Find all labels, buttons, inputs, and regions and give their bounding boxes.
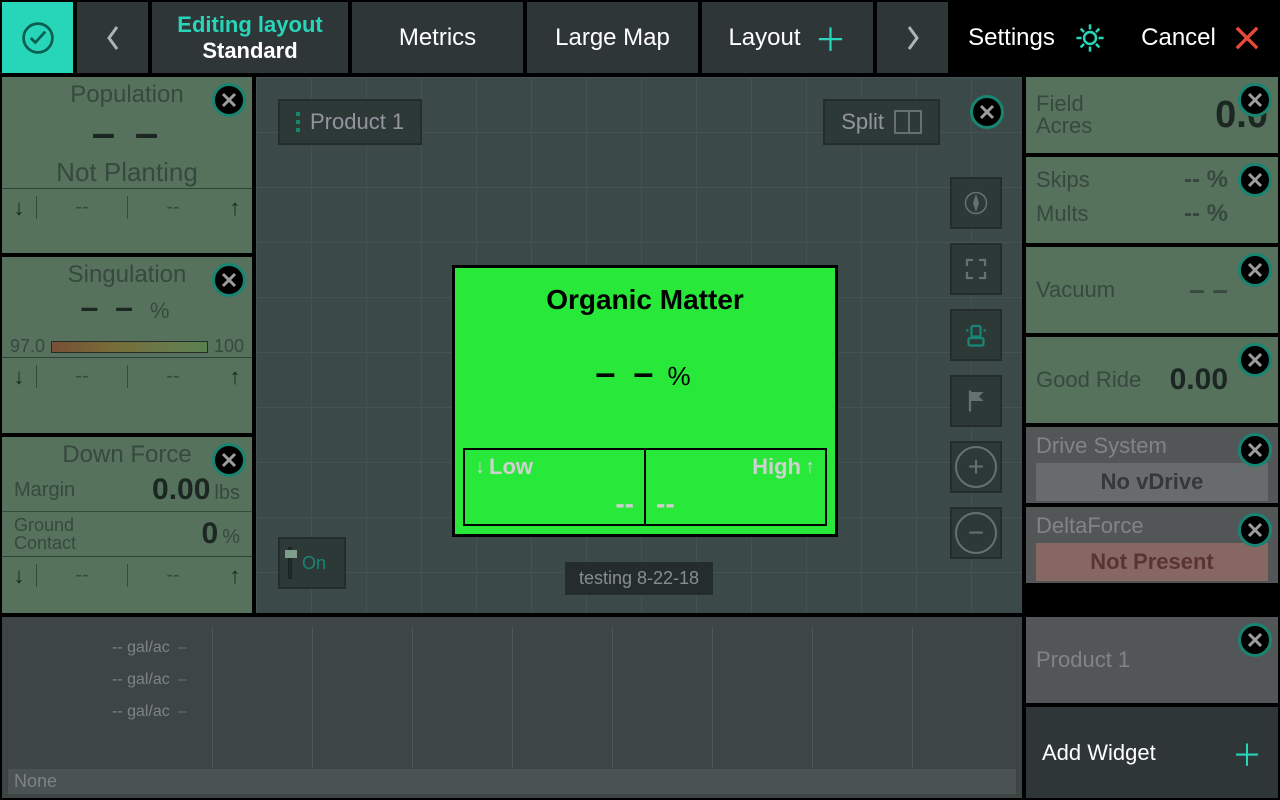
population-status: Not Planting xyxy=(2,157,252,188)
remove-drive-system-button[interactable] xyxy=(1238,433,1272,467)
population-high: -- xyxy=(127,196,218,219)
map-fullscreen-button[interactable] xyxy=(950,243,1002,295)
gear-icon xyxy=(1073,21,1107,55)
layout-name-label: Standard xyxy=(202,38,297,64)
widget-singulation[interactable]: Singulation – – % 97.0 100 ↓ -- -- ↑ xyxy=(0,255,254,435)
map-caption: testing 8-22-18 xyxy=(565,562,713,595)
map-flag-button[interactable] xyxy=(950,375,1002,427)
margin-value: 0.00 xyxy=(152,473,210,506)
widget-good-ride[interactable]: Good Ride 0.00 xyxy=(1024,335,1280,425)
add-layout-icon: ＋ xyxy=(815,15,847,61)
up-arrow-icon: ↑ xyxy=(218,563,252,589)
ground-value: 0 xyxy=(202,517,219,550)
list-icon xyxy=(296,112,300,132)
organic-matter-title: Organic Matter xyxy=(455,284,835,316)
remove-skips-mults-button[interactable] xyxy=(1238,163,1272,197)
high-value: -- xyxy=(656,488,815,520)
editing-layout-label: Editing layout xyxy=(177,12,322,38)
drive-system-status: No vDrive xyxy=(1036,463,1268,501)
organic-matter-unit: % xyxy=(667,361,694,391)
up-arrow-icon: ↑ xyxy=(218,364,252,390)
widget-downforce[interactable]: Down Force Margin 0.00lbs GroundContact … xyxy=(0,435,254,615)
map-toggle-on-button[interactable]: On xyxy=(278,537,346,589)
down-arrow-icon: ↓ xyxy=(2,195,36,221)
widget-drive-system[interactable]: Drive System No vDrive xyxy=(1024,425,1280,505)
remove-downforce-button[interactable] xyxy=(212,443,246,477)
singulation-value: – – xyxy=(81,289,137,325)
remove-field-acres-button[interactable] xyxy=(1238,83,1272,117)
map-implement-button[interactable] xyxy=(950,309,1002,361)
ground-unit: % xyxy=(222,526,240,548)
good-ride-value: 0.00 xyxy=(1170,363,1228,397)
add-widget-button[interactable]: Add Widget ＋ xyxy=(1024,705,1280,800)
singulation-gauge xyxy=(51,341,208,353)
tab-large-map[interactable]: Large Map xyxy=(525,0,700,75)
remove-good-ride-button[interactable] xyxy=(1238,343,1272,377)
remove-delta-force-button[interactable] xyxy=(1238,513,1272,547)
cancel-x-icon xyxy=(1230,21,1264,55)
margin-label: Margin xyxy=(14,479,75,502)
organic-matter-value: – – xyxy=(595,352,657,393)
singulation-low: -- xyxy=(36,365,127,388)
confirm-button[interactable] xyxy=(0,0,75,75)
margin-unit: lbs xyxy=(214,482,240,504)
down-arrow-icon: ↓ xyxy=(2,364,36,390)
current-layout-tab[interactable]: Editing layout Standard xyxy=(150,0,350,75)
map-zoom-out-button[interactable]: − xyxy=(950,507,1002,559)
chart-none-label: None xyxy=(8,769,1016,794)
delta-force-status: Not Present xyxy=(1036,543,1268,581)
widget-rate-chart[interactable]: -- gal/ac– -- gal/ac– -- gal/ac– None xyxy=(0,615,1024,800)
singulation-min: 97.0 xyxy=(10,336,45,357)
low-label: ↓Low xyxy=(475,454,634,480)
cancel-button[interactable]: Cancel xyxy=(1125,0,1280,75)
nav-next-button[interactable] xyxy=(875,0,950,75)
organic-matter-widget[interactable]: Organic Matter – –% ↓Low -- High↑ -- xyxy=(452,265,838,537)
up-arrow-icon: ↑ xyxy=(218,195,252,221)
tab-metrics[interactable]: Metrics xyxy=(350,0,525,75)
chart-y-labels: -- gal/ac– -- gal/ac– -- gal/ac– xyxy=(112,639,187,721)
remove-product1-button[interactable] xyxy=(1238,623,1272,657)
remove-population-button[interactable] xyxy=(212,83,246,117)
nav-prev-button[interactable] xyxy=(75,0,150,75)
split-view-button[interactable]: Split xyxy=(823,99,940,145)
plus-icon: ＋ xyxy=(1232,731,1262,775)
map-zoom-in-button[interactable]: + xyxy=(950,441,1002,493)
skips-value: -- % xyxy=(1184,166,1228,194)
low-value: -- xyxy=(475,488,634,520)
widget-vacuum[interactable]: Vacuum – – xyxy=(1024,245,1280,335)
remove-map-button[interactable] xyxy=(970,95,1004,129)
singulation-high: -- xyxy=(127,365,218,388)
downforce-high: -- xyxy=(127,564,218,587)
product-selector-button[interactable]: Product 1 xyxy=(278,99,422,145)
chart-grid xyxy=(212,627,1012,768)
remove-vacuum-button[interactable] xyxy=(1238,253,1272,287)
downforce-low: -- xyxy=(36,564,127,587)
mults-value: -- % xyxy=(1184,200,1228,228)
map-area[interactable]: Product 1 Split + − On testing 8-22-18 O… xyxy=(254,75,1024,615)
down-arrow-icon: ↓ xyxy=(2,563,36,589)
settings-button[interactable]: Settings xyxy=(950,0,1125,75)
remove-singulation-button[interactable] xyxy=(212,263,246,297)
widget-product-1[interactable]: Product 1 xyxy=(1024,615,1280,705)
vacuum-value: – – xyxy=(1189,274,1228,306)
widget-skips-mults[interactable]: Skips-- % Mults-- % xyxy=(1024,155,1280,245)
split-icon xyxy=(894,110,922,134)
high-label: High↑ xyxy=(656,454,815,480)
population-low: -- xyxy=(36,196,127,219)
widget-field-acres[interactable]: FieldAcres 0.0 xyxy=(1024,75,1280,155)
toggle-track-icon xyxy=(288,547,292,579)
singulation-unit: % xyxy=(150,298,174,323)
widget-population[interactable]: Population – – Not Planting ↓ -- -- ↑ xyxy=(0,75,254,255)
tab-layout[interactable]: Layout ＋ xyxy=(700,0,875,75)
map-compass-button[interactable] xyxy=(950,177,1002,229)
widget-delta-force[interactable]: DeltaForce Not Present xyxy=(1024,505,1280,585)
singulation-max: 100 xyxy=(214,336,244,357)
